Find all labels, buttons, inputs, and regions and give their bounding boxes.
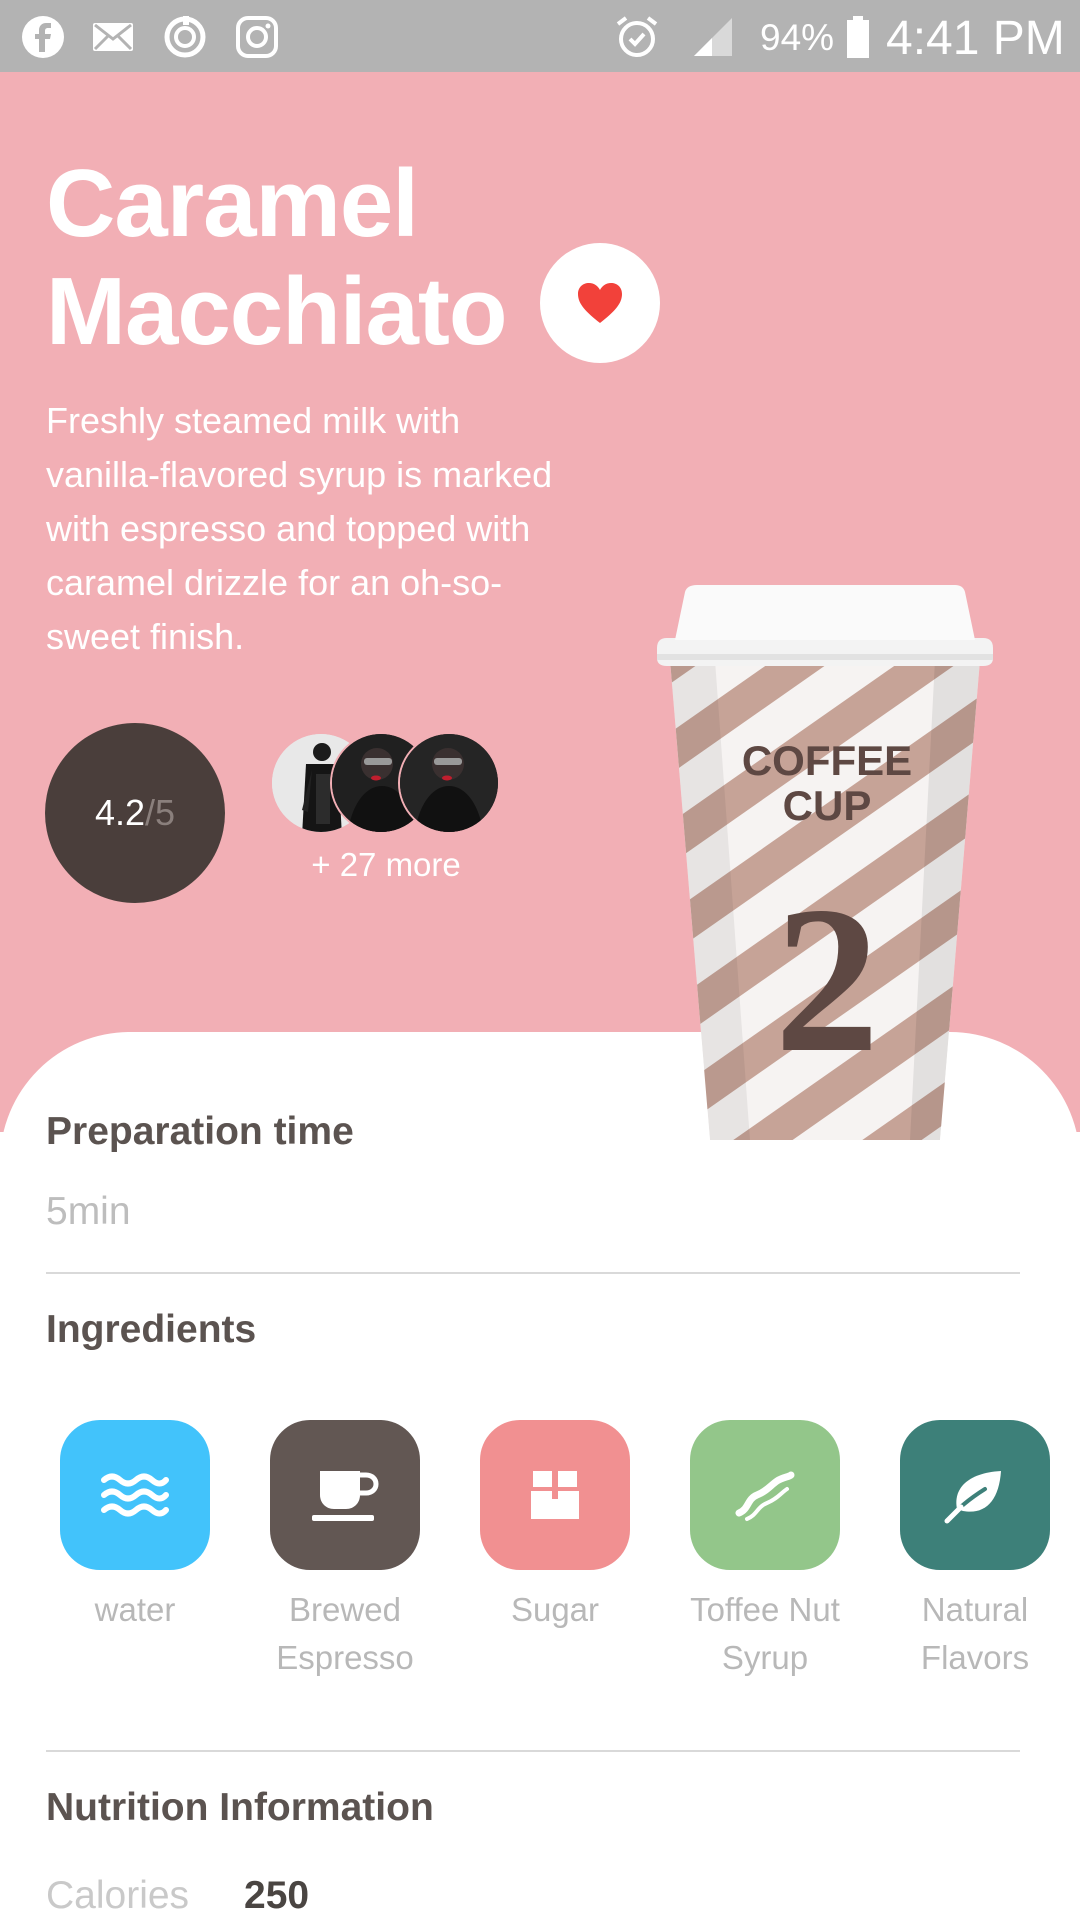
syrup-icon [735,1471,795,1521]
ingredient-label-line2: Syrup [721,1639,809,1676]
ingredient-label-line1: Toffee Nut [690,1591,840,1628]
person-photo [400,734,498,832]
ingredients-title: Ingredients [46,1308,257,1351]
mail-icon [93,23,133,51]
cup-number: 2 [775,864,880,1096]
ingredient-label: Sugar [450,1586,660,1634]
water-icon [101,1473,169,1517]
ingredient-water[interactable]: water [30,1420,240,1634]
preparation-value: 5min [46,1190,131,1233]
favorite-button[interactable] [540,243,660,363]
signal-icon [694,18,732,56]
drink-title-line2: Macchiato [46,258,507,365]
cup-brand-line2: CUP [783,782,872,829]
drink-title-line1: Caramel [46,150,419,257]
nutrition-row-calories: Calories 250 [46,1874,309,1920]
ingredient-label-line1: water [94,1591,176,1628]
ingredient-label-line1: Brewed [289,1591,401,1628]
avatar[interactable] [398,732,500,834]
reviewers-more-link[interactable]: + 27 more [270,846,502,884]
reviewer-avatars[interactable] [270,732,502,834]
ingredient-label-line1: Sugar [510,1591,600,1628]
ingredient-label: Natural Flavors [870,1586,1080,1682]
ingredient-label: Brewed Espresso [240,1586,450,1682]
clock: 4:41 PM [886,12,1065,65]
rating-badge: 4.2/5 [45,723,225,903]
nutrition-title: Nutrition Information [46,1786,434,1829]
ingredient-tile[interactable] [270,1420,420,1570]
ingredient-label: water [30,1586,240,1634]
battery-icon [847,16,869,58]
ingredient-label: Toffee Nut Syrup [660,1586,870,1682]
ingredient-tile[interactable] [60,1420,210,1570]
ingredient-tile[interactable] [480,1420,630,1570]
battery-percent: 94% [760,17,835,58]
calories-value: 250 [244,1874,310,1917]
ingredient-brewed-espresso[interactable]: Brewed Espresso [240,1420,450,1682]
divider [46,1750,1020,1752]
ingredient-toffee-nut-syrup[interactable]: Toffee Nut Syrup [660,1420,870,1682]
ingredient-label-line2: Flavors [920,1639,1030,1676]
coffee-cup-image: COFFEE CUP 2 [657,585,993,1140]
status-bar: 94% 4:41 PM [0,0,1080,72]
heart-icon [578,283,622,323]
rating-max: /5 [145,792,176,833]
ingredient-label-line1: Natural [921,1591,1029,1628]
ingredient-tile[interactable] [690,1420,840,1570]
calories-label: Calories [46,1874,190,1917]
facebook-icon [22,16,64,58]
preparation-title: Preparation time [46,1110,354,1153]
rating-value: 4.2 [94,792,145,833]
instagram-icon [236,16,278,58]
coffee-cup-icon [312,1471,379,1521]
ingredient-natural-flavors[interactable]: Natural Flavors [870,1420,1080,1682]
cup-brand-line1: COFFEE [742,737,912,784]
drink-description: Freshly steamed milk with vanilla-flavor… [46,400,553,657]
sugar-cube-icon [531,1471,579,1519]
sync-icon [164,16,206,58]
ingredient-sugar[interactable]: Sugar [450,1420,660,1634]
drink-title: Caramel Macchiato [46,150,606,366]
divider [46,1272,1020,1274]
alarm-icon [616,16,658,57]
leaf-icon [944,1471,1001,1524]
ingredient-label-line2: Espresso [276,1639,414,1676]
ingredients-list: water Brewed Espresso Sugar Toffee Nut S… [0,1420,1080,1680]
ingredient-tile[interactable] [900,1420,1050,1570]
